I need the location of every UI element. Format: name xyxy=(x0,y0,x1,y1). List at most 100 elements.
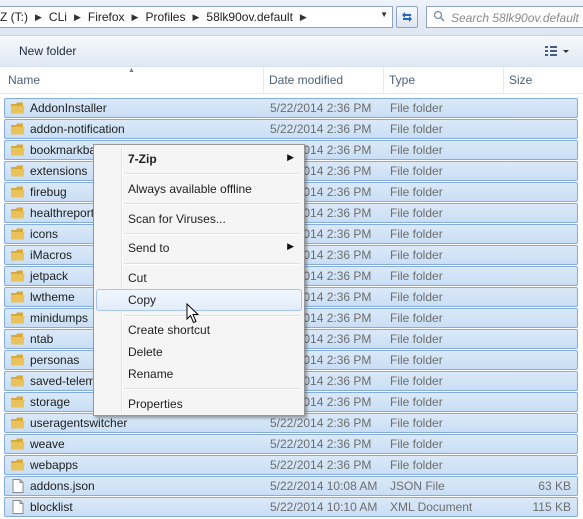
file-name: jetpack xyxy=(30,269,69,283)
folder-icon xyxy=(10,164,26,178)
menu-item-label: Copy xyxy=(128,293,157,307)
breadcrumb-cli[interactable]: CLi xyxy=(46,10,70,24)
menu-item-delete[interactable]: Delete xyxy=(96,341,302,363)
chevron-right-icon[interactable]: ▶ xyxy=(128,12,143,23)
file-name: bookmarkba xyxy=(30,143,97,157)
chevron-right-icon[interactable]: ▶ xyxy=(70,12,85,23)
menu-item-cut[interactable]: Cut xyxy=(96,267,302,289)
column-header-size[interactable]: Size xyxy=(509,73,532,87)
new-folder-button[interactable]: New folder xyxy=(19,44,76,58)
file-type: File folder xyxy=(390,374,443,388)
file-type: File folder xyxy=(390,353,443,367)
search-input[interactable]: Search 58lk90ov.default xyxy=(426,6,583,28)
file-type: File folder xyxy=(390,395,443,409)
column-header-name[interactable]: Name xyxy=(8,73,40,87)
breadcrumb[interactable]: Z (T:) ▶ CLi ▶ Firefox ▶ Profiles ▶ 58lk… xyxy=(0,6,393,28)
folder-icon xyxy=(10,248,26,262)
submenu-arrow-icon: ▶ xyxy=(287,152,294,162)
breadcrumb-profile[interactable]: 58lk90ov.default xyxy=(203,10,296,24)
file-date: 5/22/2014 2:36 PM xyxy=(270,122,372,136)
file-name: iMacros xyxy=(30,248,73,262)
breadcrumb-drive[interactable]: Z (T:) xyxy=(0,10,31,24)
menu-item-7zip[interactable]: 7-Zip ▶ xyxy=(96,148,302,170)
folder-icon xyxy=(10,269,26,283)
file-name: weave xyxy=(30,437,65,451)
file-row[interactable]: blocklist 5/22/2014 10:10 AM XML Document 1… xyxy=(4,497,578,517)
context-menu: 7-Zip ▶ Always available offline Scan fo… xyxy=(93,144,305,416)
search-icon xyxy=(433,10,451,25)
column-divider[interactable] xyxy=(263,67,264,93)
breadcrumb-profiles[interactable]: Profiles xyxy=(142,10,188,24)
column-divider[interactable] xyxy=(383,67,384,93)
file-type: File folder xyxy=(390,269,443,283)
file-name: lwtheme xyxy=(30,290,75,304)
file-icon xyxy=(10,479,26,493)
file-row[interactable]: addons.json 5/22/2014 10:08 AM JSON File 63… xyxy=(4,476,578,496)
menu-item-label: Create shortcut xyxy=(128,323,211,337)
file-name: AddonInstaller xyxy=(30,101,107,115)
refresh-icon xyxy=(402,12,412,22)
file-name: saved-telem xyxy=(30,374,96,388)
file-type: File folder xyxy=(390,185,443,199)
file-name: personas xyxy=(30,353,80,367)
file-type: File folder xyxy=(390,311,443,325)
menu-item-properties[interactable]: Properties xyxy=(96,393,302,415)
file-name: firebug xyxy=(30,185,67,199)
folder-row[interactable]: useragentswitcher 5/22/2014 2:36 PM File f… xyxy=(4,413,578,433)
folder-icon xyxy=(10,332,26,346)
file-type: File folder xyxy=(390,248,443,262)
file-type: File folder xyxy=(390,101,443,115)
chevron-right-icon[interactable]: ▶ xyxy=(296,12,311,23)
menu-item-label: Send to xyxy=(128,241,170,255)
file-type: File folder xyxy=(390,227,443,241)
folder-row[interactable]: weave 5/22/2014 2:36 PM File folder xyxy=(4,434,578,454)
sort-ascending-icon: ▲ xyxy=(128,67,135,74)
menu-item-label: 7-Zip xyxy=(128,152,157,166)
file-size: 115 KB xyxy=(532,500,571,514)
folder-row[interactable]: AddonInstaller 5/22/2014 2:36 PM File fold… xyxy=(4,98,578,118)
menu-separator xyxy=(124,263,300,265)
folder-icon xyxy=(10,101,26,115)
folder-icon xyxy=(10,416,26,430)
file-name: minidumps xyxy=(30,311,89,325)
folder-icon xyxy=(10,311,26,325)
folder-icon xyxy=(10,395,26,409)
folder-icon xyxy=(10,290,26,304)
mouse-cursor-icon xyxy=(186,303,200,324)
file-type: XML Document xyxy=(390,500,473,514)
file-date: 5/22/2014 2:36 PM xyxy=(270,101,372,115)
folder-icon xyxy=(10,122,26,136)
command-bar: New folder xyxy=(0,36,583,67)
folder-row[interactable]: webapps 5/22/2014 2:36 PM File folder xyxy=(4,455,578,475)
file-name: addon-notification xyxy=(30,122,125,136)
chevron-right-icon[interactable]: ▶ xyxy=(31,12,46,23)
menu-item-rename[interactable]: Rename xyxy=(96,363,302,385)
menu-item-scan-for-viruses[interactable]: Scan for Viruses... xyxy=(96,208,302,230)
column-header-type[interactable]: Type xyxy=(389,73,415,87)
chevron-down-icon[interactable]: ▼ xyxy=(380,10,388,19)
file-name: storage xyxy=(30,395,71,409)
chevron-right-icon[interactable]: ▶ xyxy=(188,12,203,23)
column-headers: ▲ Name Date modified Type Size xyxy=(0,67,583,94)
folder-row[interactable]: addon-notification 5/22/2014 2:36 PM File … xyxy=(4,119,578,139)
view-options-icon[interactable] xyxy=(544,44,574,61)
column-header-date[interactable]: Date modified xyxy=(269,73,343,87)
menu-item-send-to[interactable]: Send to ▶ xyxy=(96,237,302,259)
file-type: File folder xyxy=(390,143,443,157)
submenu-arrow-icon: ▶ xyxy=(287,241,294,251)
file-date: 5/22/2014 2:36 PM xyxy=(270,416,372,430)
file-type: JSON File xyxy=(390,479,445,493)
refresh-button[interactable] xyxy=(396,6,418,28)
column-divider[interactable] xyxy=(503,67,504,93)
menu-separator xyxy=(124,315,300,317)
file-date: 5/22/2014 2:36 PM xyxy=(270,437,372,451)
breadcrumb-firefox[interactable]: Firefox xyxy=(85,10,128,24)
file-date: 5/22/2014 2:36 PM xyxy=(270,458,372,472)
menu-item-label: Delete xyxy=(128,345,163,359)
folder-icon xyxy=(10,458,26,472)
file-name: useragentswitcher xyxy=(30,416,128,430)
menu-item-label: Always available offline xyxy=(128,182,252,196)
file-date: 5/22/2014 10:10 AM xyxy=(270,500,378,514)
menu-item-always-available-offline[interactable]: Always available offline xyxy=(96,178,302,200)
menu-item-label: Scan for Viruses... xyxy=(128,212,226,226)
